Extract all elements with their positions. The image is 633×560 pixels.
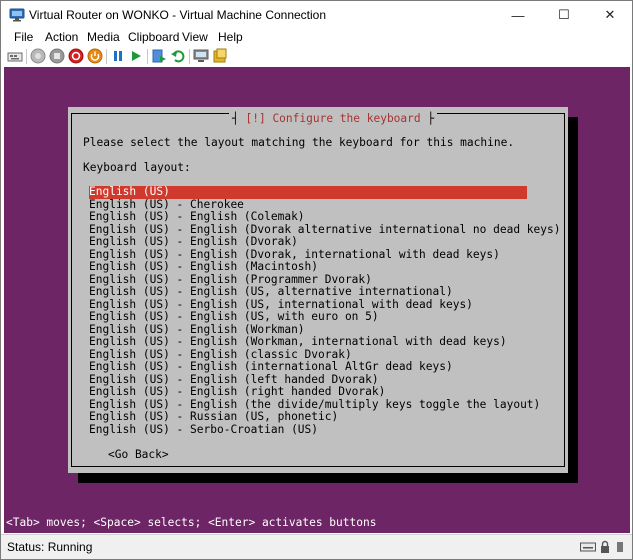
- close-button[interactable]: ✕: [587, 1, 633, 29]
- window-title: Virtual Router on WONKO - Virtual Machin…: [29, 8, 327, 22]
- lock-icon: [600, 540, 610, 557]
- prompt-text: Please select the layout matching the ke…: [83, 136, 515, 149]
- toolbar-separator: [26, 49, 27, 64]
- toolbar-separator: [106, 49, 107, 64]
- layout-option[interactable]: English (US) - English (US, alternative …: [89, 285, 527, 299]
- status-indicators: [580, 540, 626, 557]
- layout-option[interactable]: English (US) - English (Dvorak): [89, 235, 527, 249]
- go-back-button[interactable]: <Go Back>: [108, 448, 169, 462]
- pause-icon[interactable]: [110, 48, 126, 64]
- enhanced-session-icon[interactable]: [193, 48, 209, 64]
- dialog-frame: ┤ [!] Configure the keyboard ├ Please se…: [71, 112, 565, 467]
- keyboard-layout-list[interactable]: English (US) English (US) - Cherokee Engli…: [89, 185, 560, 437]
- toolbar-separator: [189, 49, 190, 64]
- layout-option-selected[interactable]: English (US): [89, 185, 527, 199]
- resume-icon[interactable]: [128, 48, 144, 64]
- menu-file[interactable]: File: [14, 30, 33, 44]
- revert-icon[interactable]: [170, 48, 186, 64]
- turn-off-icon[interactable]: [49, 48, 65, 64]
- dialog-title-text: [!] Configure the keyboard: [245, 112, 421, 125]
- configure-keyboard-dialog: ┤ [!] Configure the keyboard ├ Please se…: [68, 107, 568, 473]
- title-bracket-right: ├: [427, 112, 435, 125]
- layout-option[interactable]: English (US) - English (Colemak): [89, 210, 527, 224]
- layout-option[interactable]: English (US) - English (Workman, interna…: [89, 335, 527, 349]
- toolbar: [1, 46, 632, 67]
- ctrl-alt-del-icon[interactable]: [7, 48, 23, 64]
- minimize-button[interactable]: —: [495, 1, 541, 29]
- title-bracket-left: ┤: [232, 112, 239, 125]
- menu-view[interactable]: View: [182, 30, 208, 44]
- layout-option[interactable]: English (US) - English (US, with euro on…: [89, 310, 527, 324]
- maximize-button[interactable]: ☐: [541, 1, 587, 29]
- layout-option[interactable]: English (US) - English (right handed Dvo…: [89, 385, 527, 399]
- menu-media[interactable]: Media: [87, 30, 120, 44]
- checkpoint-icon[interactable]: [151, 48, 167, 64]
- status-text: Status: Running: [7, 540, 93, 554]
- audio-icon: [614, 541, 626, 556]
- keyboard-icon: [580, 541, 596, 556]
- menu-clipboard[interactable]: Clipboard: [128, 30, 179, 44]
- keyboard-layout-label: Keyboard layout:: [83, 161, 191, 174]
- vm-screen[interactable]: ┤ [!] Configure the keyboard ├ Please se…: [4, 67, 630, 533]
- layout-option[interactable]: English (US) - English (international Al…: [89, 360, 527, 374]
- title-bar[interactable]: Virtual Router on WONKO - Virtual Machin…: [1, 1, 632, 29]
- shut-down-icon[interactable]: [68, 48, 84, 64]
- menu-bar: File Action Media Clipboard View Help: [1, 29, 632, 46]
- power-icon[interactable]: [87, 48, 103, 64]
- key-hint-text: <Tab> moves; <Space> selects; <Enter> ac…: [6, 516, 377, 529]
- share-icon[interactable]: [212, 48, 228, 64]
- dialog-title: ┤ [!] Configure the keyboard ├: [229, 112, 438, 126]
- menu-action[interactable]: Action: [45, 30, 78, 44]
- menu-help[interactable]: Help: [218, 30, 243, 44]
- status-bar: Status: Running: [1, 534, 632, 559]
- vm-connection-icon: [9, 8, 25, 22]
- vm-connection-window: Virtual Router on WONKO - Virtual Machin…: [0, 0, 633, 560]
- toolbar-separator: [147, 49, 148, 64]
- layout-option[interactable]: English (US) - English (Macintosh): [89, 260, 527, 274]
- layout-option[interactable]: English (US) - Serbo-Croatian (US): [89, 423, 527, 437]
- layout-option[interactable]: English (US) - Russian (US, phonetic): [89, 410, 527, 424]
- start-icon[interactable]: [30, 48, 46, 64]
